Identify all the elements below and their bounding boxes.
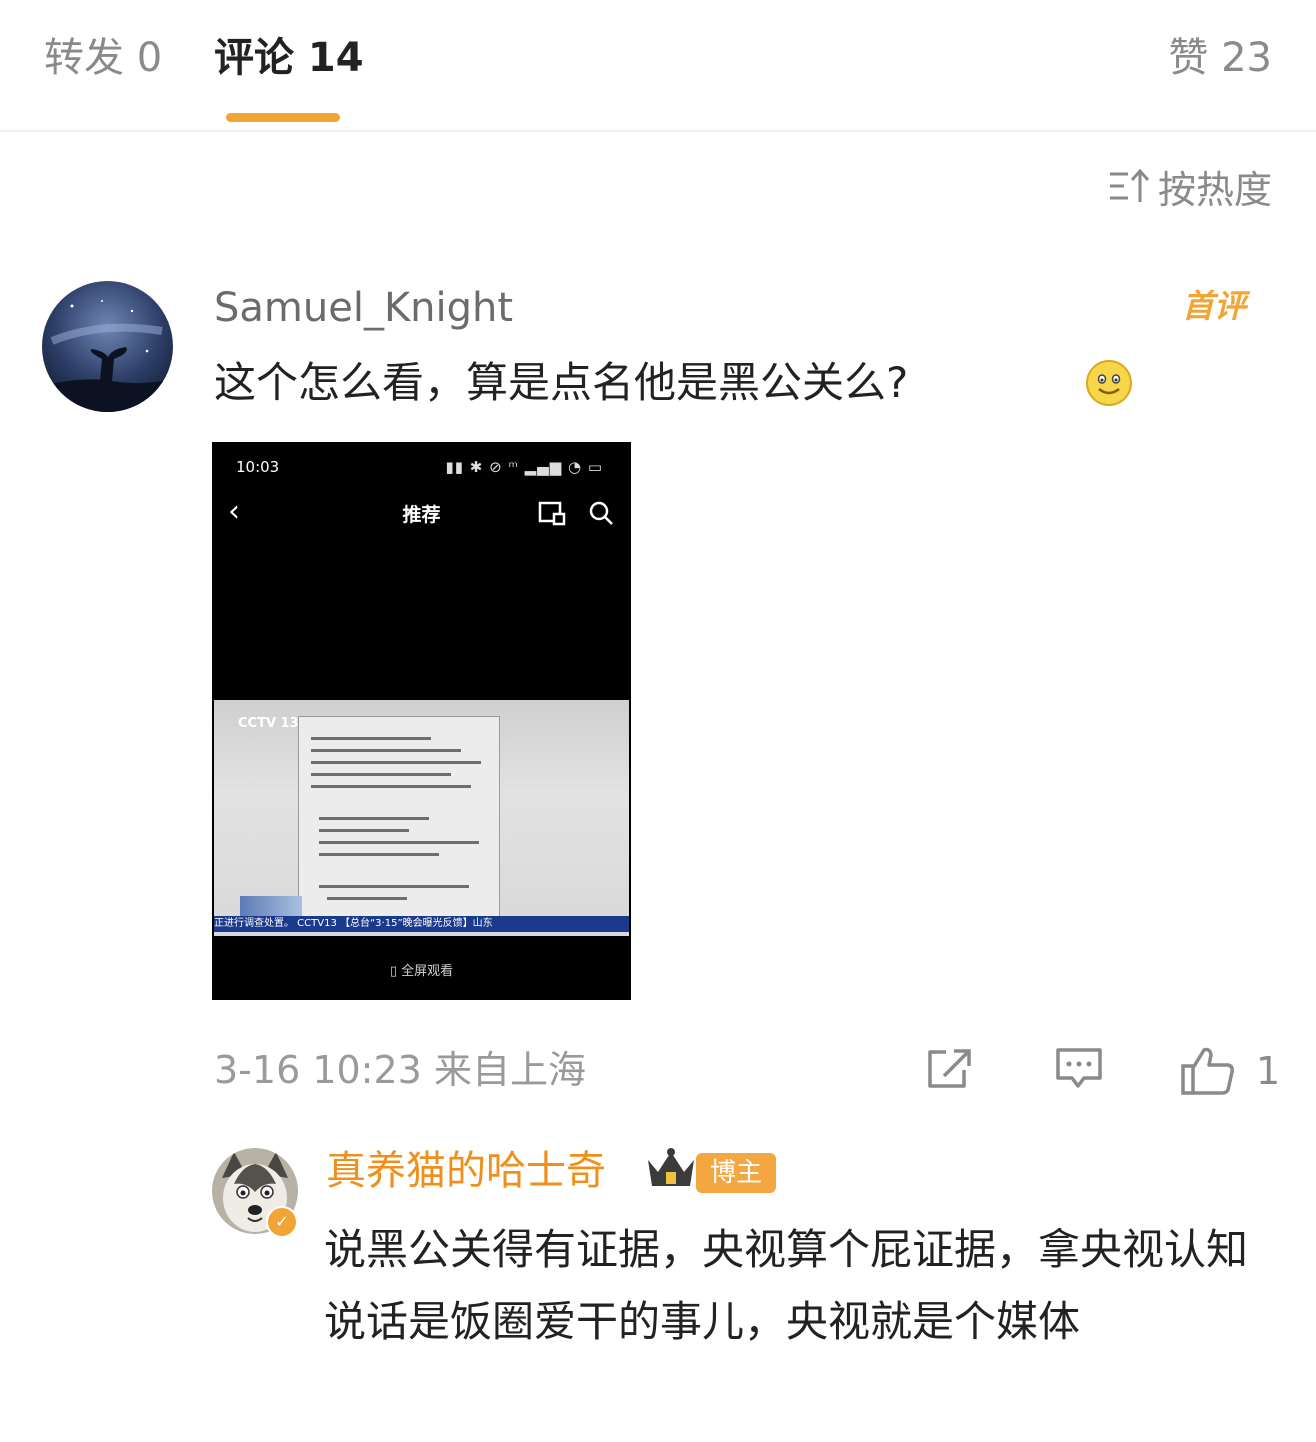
share-icon[interactable] [924,1046,974,1092]
media-document [298,716,500,918]
tab-repost[interactable]: 转发 0 [44,32,162,84]
comment-text: 这个怎么看，算是点名他是黑公关么? [214,358,909,407]
like-count: 1 [1256,1049,1281,1093]
smile-emoji-icon [1086,360,1132,406]
media-fullscreen-hint: ▯ 全屏观看 [389,964,454,979]
comment-image[interactable]: 10:03 ▮▮ ✱ ⊘ ᵐ ▂▄▆ ◔ ▭ ‹ 推荐 CCTV 13 正进行调… [212,442,631,1000]
comment-timestamp: 3-16 10:23 [214,1048,422,1092]
tab-comments[interactable]: 评论 14 [214,32,364,84]
active-tab-indicator [226,113,340,122]
media-title: 推荐 [402,504,441,526]
verified-badge-icon: ✓ [266,1206,298,1238]
crown-icon [648,1148,694,1186]
sort-icon [1109,168,1150,202]
media-video-frame: CCTV 13 正进行调查处置。 CCTV13 【总台“3·15”晚会曝光反馈】… [214,700,629,936]
media-status-time: 10:03 [236,458,280,476]
reply-icon[interactable] [1054,1046,1104,1092]
media-news-ticker: 正进行调查处置。 CCTV13 【总台“3·15”晚会曝光反馈】山东 [214,916,629,932]
reply-username[interactable]: 真养猫的哈士奇 [326,1145,606,1197]
comment-location: 来自上海 [433,1048,586,1092]
comment-username[interactable]: Samuel_Knight [214,282,513,334]
media-search-icon [589,501,613,525]
tab-bar: 转发 0 评论 14 赞 23 [0,0,1316,132]
tab-likes[interactable]: 赞 23 [1168,32,1272,84]
media-image-search-icon [538,501,566,526]
like-icon[interactable] [1180,1046,1236,1096]
avatar-image [42,281,173,412]
sort-label: 按热度 [1157,167,1272,212]
comment-meta: 3-16 10:23 来自上海 [214,1044,586,1096]
media-presenter-thumb [240,896,302,916]
first-comment-badge: 首评 [1182,287,1247,325]
sort-button[interactable]: 按热度 [1108,160,1272,212]
avatar[interactable] [42,281,173,412]
media-status-icons: ▮▮ ✱ ⊘ ᵐ ▂▄▆ ◔ ▭ [445,458,603,476]
reply-text: 说黑公关得有证据，央视算个屁证据，拿央视认知说话是饭圈爱干的事儿，央视就是个媒体 [324,1225,1249,1346]
blogger-badge: 博主 [696,1153,777,1193]
media-channel-logo: CCTV 13 [238,716,299,731]
